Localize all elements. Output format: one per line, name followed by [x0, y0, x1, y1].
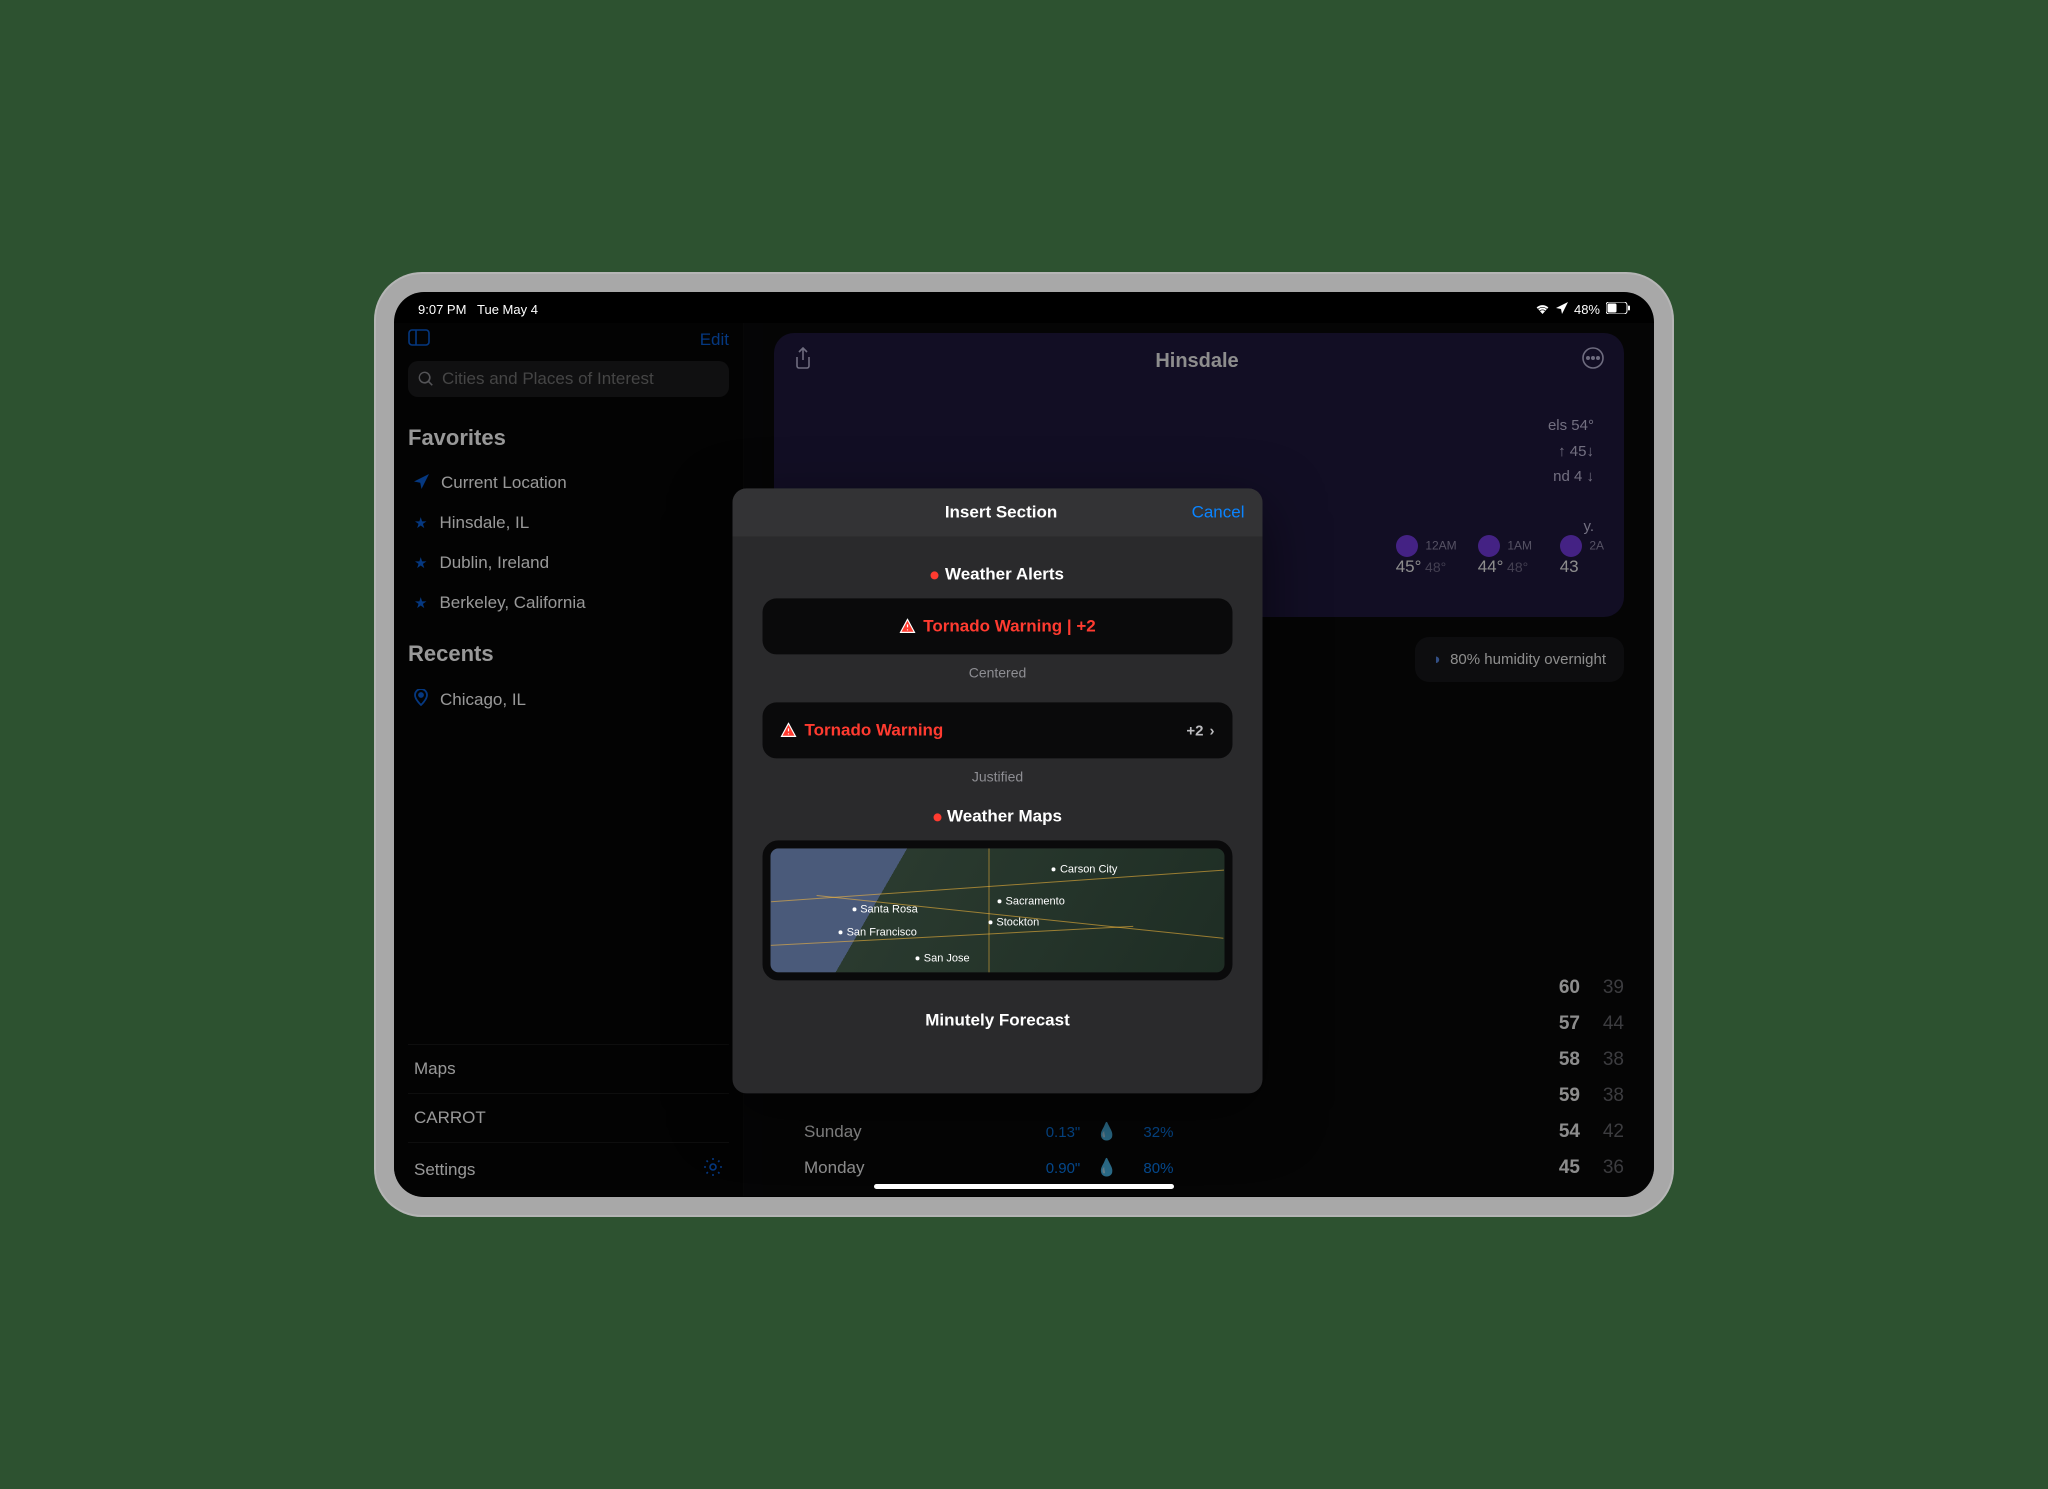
insert-section-modal: Insert Section Cancel Weather Alerts Tor…: [733, 489, 1263, 1094]
status-right: 48%: [1535, 302, 1630, 317]
modal-body[interactable]: Weather Alerts Tornado Warning | +2 Cent…: [733, 537, 1263, 1094]
cancel-button[interactable]: Cancel: [1192, 503, 1245, 523]
map-city-label: Santa Rosa: [852, 903, 917, 915]
warning-icon: [899, 619, 915, 635]
style-label-centered: Centered: [763, 665, 1233, 681]
alert-option-centered[interactable]: Tornado Warning | +2: [763, 599, 1233, 655]
home-indicator[interactable]: [874, 1184, 1174, 1189]
map-city-label: San Jose: [916, 953, 970, 965]
section-header-minutely: Minutely Forecast: [763, 1011, 1233, 1031]
battery-icon: [1606, 302, 1630, 317]
screen: 9:07 PM Tue May 4 48%: [394, 292, 1654, 1197]
premium-dot-icon: [931, 571, 939, 579]
map-city-label: San Francisco: [839, 927, 917, 939]
status-date: Tue May 4: [477, 302, 538, 317]
warning-icon: [781, 723, 797, 739]
chevron-right-icon: ›: [1210, 722, 1215, 739]
ipad-frame: 9:07 PM Tue May 4 48%: [374, 272, 1674, 1217]
status-bar: 9:07 PM Tue May 4 48%: [394, 292, 1654, 323]
modal-title: Insert Section: [811, 503, 1192, 523]
map-option[interactable]: Carson City Sacramento Santa Rosa Stockt…: [763, 841, 1233, 981]
status-time: 9:07 PM: [418, 302, 466, 317]
battery-percent: 48%: [1574, 302, 1600, 317]
section-header-maps: Weather Maps: [763, 807, 1233, 827]
map-city-label: Carson City: [1052, 863, 1117, 875]
alert-option-justified[interactable]: Tornado Warning +2 ›: [763, 703, 1233, 759]
status-left: 9:07 PM Tue May 4: [418, 302, 538, 317]
modal-header: Insert Section Cancel: [733, 489, 1263, 537]
style-label-justified: Justified: [763, 769, 1233, 785]
app-content: Edit Favorites Current Location ★ Hinsda…: [394, 323, 1654, 1196]
map-city-label: Stockton: [988, 917, 1039, 929]
map-city-label: Sacramento: [998, 896, 1065, 908]
section-header-alerts: Weather Alerts: [763, 565, 1233, 585]
premium-dot-icon: [933, 813, 941, 821]
location-arrow-icon: [1556, 302, 1568, 317]
wifi-icon: [1535, 302, 1550, 317]
